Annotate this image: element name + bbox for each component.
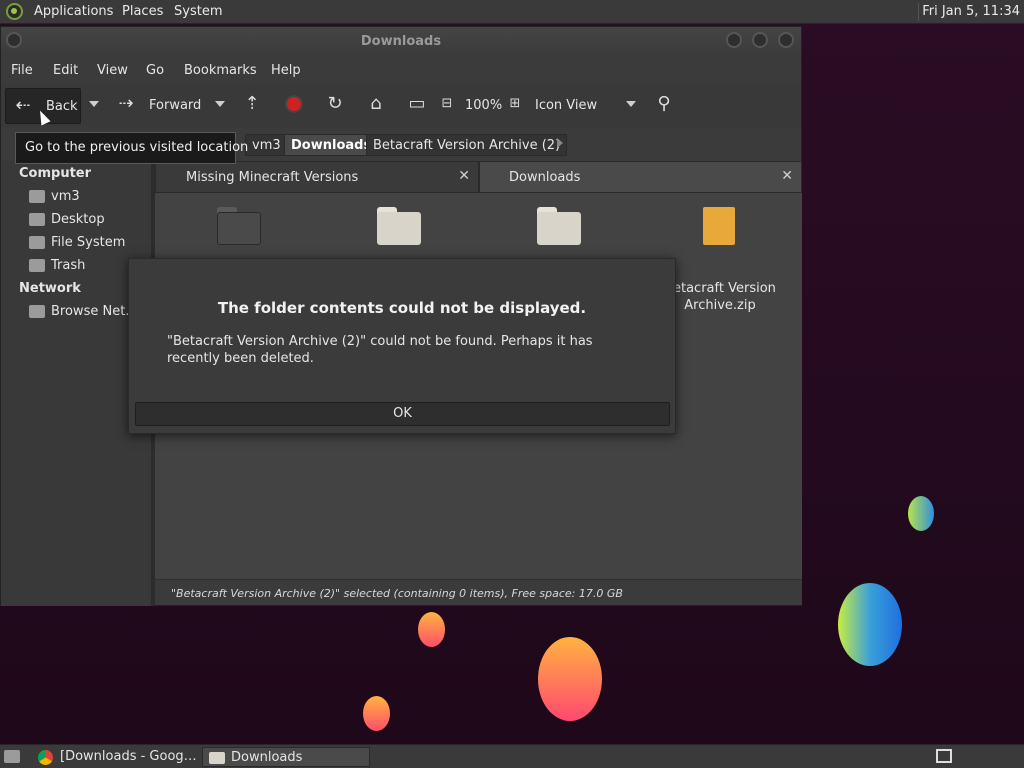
dialog-title: The folder contents could not be display… <box>217 299 587 317</box>
sidebar-item-browse-network[interactable]: Browse Net… <box>51 304 138 319</box>
minimize-icon[interactable] <box>726 32 742 48</box>
tab-missing-minecraft[interactable]: Missing Minecraft Versions ✕ <box>155 161 479 193</box>
title-bar[interactable]: Downloads <box>1 27 801 57</box>
toolbar: ⇠ Back ⇢ Forward ⇡ ↻ ⌂ ▭ ⊟ 100% ⊞ Icon V… <box>1 85 801 127</box>
wallpaper-bubble <box>418 612 445 647</box>
close-icon[interactable] <box>778 32 794 48</box>
folder-icon[interactable] <box>377 207 421 245</box>
reload-icon[interactable]: ↻ <box>324 93 346 115</box>
pathbar-scroll-right-icon[interactable] <box>557 138 563 148</box>
clock[interactable]: Fri Jan 5, 11:34 <box>922 4 1020 19</box>
folder-icon[interactable] <box>537 207 581 245</box>
tab-label: Downloads <box>509 170 581 185</box>
archive-icon[interactable] <box>703 207 735 245</box>
tab-downloads[interactable]: Downloads ✕ <box>479 161 802 193</box>
show-desktop-icon[interactable] <box>4 750 20 763</box>
view-mode-dropdown[interactable] <box>626 101 636 107</box>
home-icon[interactable]: ⌂ <box>365 93 387 115</box>
home-folder-icon <box>29 190 45 203</box>
zoom-in-icon[interactable]: ⊞ <box>507 93 523 115</box>
bottom-panel: [Downloads - Goog… Downloads <box>0 744 1024 768</box>
back-arrow-icon: ⇠ <box>15 95 31 116</box>
taskbar-label: [Downloads - Goog… <box>60 749 197 764</box>
menu-go[interactable]: Go <box>146 63 164 78</box>
breadcrumb-betacraft[interactable]: Betacraft Version Archive (2) <box>366 134 568 156</box>
top-panel: Applications Places System Fri Jan 5, 11… <box>0 0 1024 24</box>
distro-logo-icon[interactable] <box>6 3 23 20</box>
breadcrumb-vm3[interactable]: vm3 <box>245 134 288 156</box>
trash-icon <box>29 259 45 272</box>
menu-file[interactable]: File <box>11 63 33 78</box>
menu-system[interactable]: System <box>174 4 222 19</box>
back-label: Back <box>46 99 78 114</box>
menu-places[interactable]: Places <box>122 4 163 19</box>
menu-applications[interactable]: Applications <box>34 4 113 19</box>
breadcrumb-downloads[interactable]: Downloads <box>284 134 379 156</box>
sidebar-item-desktop[interactable]: Desktop <box>51 212 105 227</box>
forward-history-dropdown[interactable] <box>215 101 225 107</box>
close-tab-icon[interactable]: ✕ <box>458 168 470 184</box>
window-title: Downloads <box>360 34 442 49</box>
status-text: "Betacraft Version Archive (2)" selected… <box>171 587 623 600</box>
stop-icon[interactable] <box>283 93 305 115</box>
wallpaper-bubble <box>538 637 602 721</box>
maximize-icon[interactable] <box>752 32 768 48</box>
computer-icon[interactable]: ▭ <box>406 93 428 115</box>
chrome-icon <box>38 750 53 765</box>
wallpaper-bubble <box>363 696 390 731</box>
up-arrow-icon[interactable]: ⇡ <box>241 93 263 115</box>
search-icon[interactable]: ⚲ <box>653 93 675 115</box>
zoom-level: 100% <box>465 98 503 113</box>
back-history-dropdown[interactable] <box>89 101 99 107</box>
taskbar-item-chrome[interactable]: [Downloads - Goog… <box>32 747 200 767</box>
ok-button[interactable]: OK <box>135 402 670 426</box>
menu-bookmarks[interactable]: Bookmarks <box>184 63 257 78</box>
taskbar-item-downloads[interactable]: Downloads <box>202 747 370 767</box>
sidebar-item-vm3[interactable]: vm3 <box>51 189 80 204</box>
forward-button[interactable]: Forward <box>149 98 201 113</box>
drive-icon <box>29 236 45 249</box>
taskbar-label: Downloads <box>231 750 303 765</box>
folder-icon[interactable] <box>217 207 261 245</box>
wallpaper-bubble <box>838 583 902 666</box>
status-bar: "Betacraft Version Archive (2)" selected… <box>155 579 802 605</box>
menu-bar: File Edit View Go Bookmarks Help <box>1 59 801 85</box>
sidebar-item-trash[interactable]: Trash <box>51 258 85 273</box>
sidebar-item-filesystem[interactable]: File System <box>51 235 125 250</box>
desktop-icon <box>29 213 45 226</box>
view-mode-select[interactable]: Icon View <box>535 98 597 113</box>
menu-help[interactable]: Help <box>271 63 301 78</box>
sidebar-heading-computer: Computer <box>19 166 92 181</box>
tab-label: Missing Minecraft Versions <box>186 170 359 185</box>
back-tooltip: Go to the previous visited location <box>15 132 248 164</box>
zoom-out-icon[interactable]: ⊟ <box>439 93 455 115</box>
sidebar-heading-network: Network <box>19 281 81 296</box>
close-tab-icon[interactable]: ✕ <box>781 168 793 184</box>
dialog-message: "Betacraft Version Archive (2)" could no… <box>167 334 593 366</box>
wallpaper-bubble <box>908 496 934 531</box>
error-dialog: The folder contents could not be display… <box>128 258 676 434</box>
menu-edit[interactable]: Edit <box>53 63 78 78</box>
network-icon <box>29 305 45 318</box>
window-list-icon[interactable] <box>936 749 952 763</box>
folder-icon <box>209 752 225 764</box>
menu-view[interactable]: View <box>97 63 128 78</box>
forward-arrow-icon[interactable]: ⇢ <box>115 93 137 115</box>
panel-separator <box>918 3 920 21</box>
